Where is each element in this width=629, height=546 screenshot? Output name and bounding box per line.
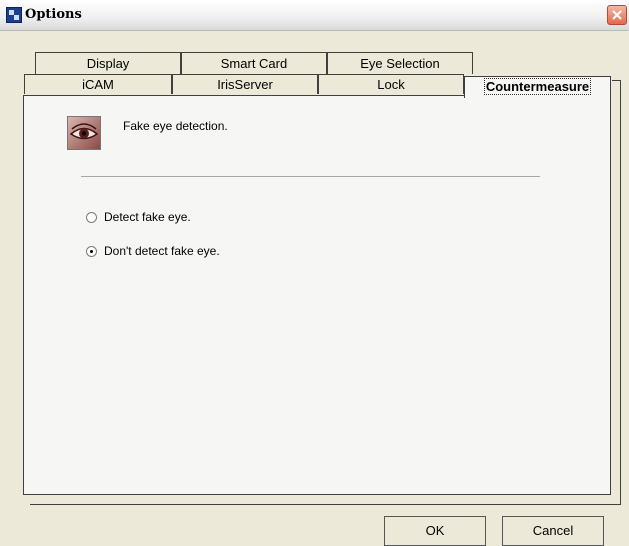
tab-smart-card[interactable]: Smart Card (181, 52, 327, 74)
divider (81, 176, 540, 177)
tab-label: Countermeasure (483, 78, 592, 95)
radio-unchecked-icon (86, 212, 97, 223)
options-window: Options Display Smart Card Eye Selection… (0, 0, 629, 546)
tab-label: Display (86, 56, 130, 71)
close-icon (612, 10, 622, 20)
tab-eye-selection[interactable]: Eye Selection (327, 52, 473, 74)
tab-label: Smart Card (220, 56, 288, 71)
tab-icam[interactable]: iCAM (24, 74, 172, 94)
tab-lock[interactable]: Lock (318, 74, 464, 94)
tab-label: Lock (377, 77, 405, 92)
cancel-button[interactable]: Cancel (502, 516, 604, 546)
panel-shadow (612, 80, 621, 505)
countermeasure-panel: Fake eye detection. Detect fake eye. Don… (23, 95, 611, 495)
window-title: Options (25, 7, 82, 22)
tab-label: iCAM (82, 77, 114, 92)
tab-label: Eye Selection (360, 56, 440, 71)
tab-irisserver[interactable]: IrisServer (172, 74, 318, 94)
app-icon (6, 7, 22, 23)
radio-checked-icon (86, 246, 97, 257)
eye-icon (67, 116, 101, 150)
ok-button[interactable]: OK (384, 516, 486, 546)
title-bar: Options (0, 0, 629, 31)
panel-shadow-bottom (30, 504, 621, 505)
section-heading: Fake eye detection. (123, 119, 228, 133)
radio-label: Detect fake eye. (104, 210, 191, 224)
close-button[interactable] (607, 5, 627, 25)
tab-display[interactable]: Display (35, 52, 181, 74)
radio-label: Don't detect fake eye. (104, 244, 220, 258)
tab-countermeasure[interactable]: Countermeasure (464, 76, 611, 98)
tab-label: IrisServer (217, 77, 273, 92)
